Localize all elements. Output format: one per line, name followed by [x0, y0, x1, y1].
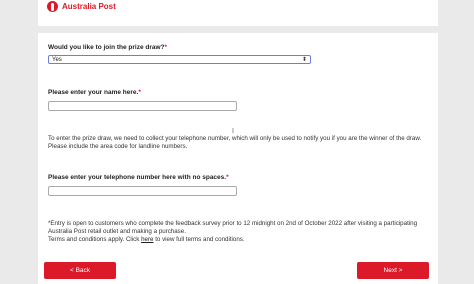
chevron-updown-icon: ⬍: [301, 57, 307, 63]
prize-draw-info: To enter the prize draw, we need to coll…: [48, 135, 422, 150]
prize-draw-select[interactable]: Yes ⬍: [48, 55, 311, 64]
brand-name: Australia Post: [62, 1, 116, 11]
next-button[interactable]: Next >: [357, 262, 429, 279]
header: Australia Post: [38, 0, 438, 26]
australia-post-logo-icon: [47, 0, 58, 12]
back-button[interactable]: < Back: [44, 262, 116, 279]
text-cursor-icon: I: [232, 128, 234, 135]
phone-input[interactable]: [48, 186, 237, 196]
phone-label: Please enter your telephone number here …: [48, 174, 229, 181]
name-input[interactable]: [48, 101, 237, 111]
australia-post-logo[interactable]: Australia Post: [47, 0, 116, 12]
terms-text: *Entry is open to customers who complete…: [48, 220, 418, 243]
name-label: Please enter your name here.*: [48, 89, 141, 96]
survey-card: Would you like to join the prize draw?* …: [38, 33, 438, 284]
prize-draw-question: Would you like to join the prize draw?*: [48, 44, 168, 51]
terms-link[interactable]: here: [141, 236, 153, 243]
